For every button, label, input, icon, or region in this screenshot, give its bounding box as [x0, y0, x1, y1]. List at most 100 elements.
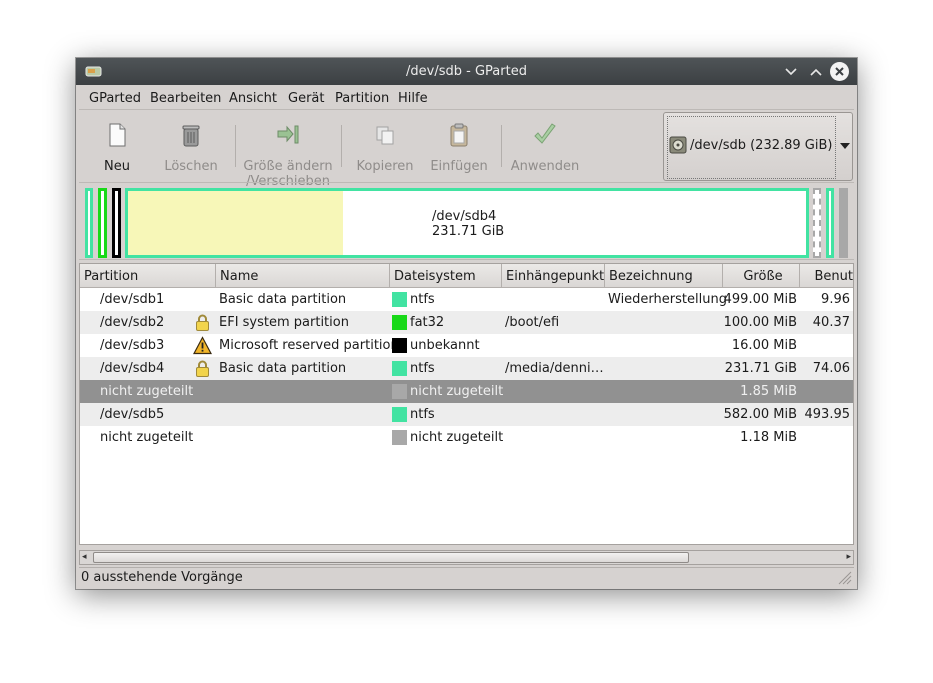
resize-move-button[interactable]: Größe ändern /Verschieben [241, 111, 335, 189]
cell-size: 16.00 MiB [731, 338, 797, 353]
table-row[interactable]: /dev/sdb5 ntfs 582.00 MiB 493.95 [80, 403, 853, 426]
new-button[interactable]: Neu [81, 111, 153, 181]
new-document-icon [109, 123, 126, 147]
partition-table: Partition Name Dateisystem Einhängepunkt… [79, 263, 854, 545]
table-row[interactable]: /dev/sdb2 EFI system partition fat32/boot/… [80, 311, 853, 334]
copy-label: Kopieren [356, 159, 414, 174]
table-row[interactable]: /dev/sdb4 Basic data partition ntfs/media/… [80, 357, 853, 380]
cell-mountpoint: /media/denni… [505, 361, 604, 376]
cell-partition: nicht zugeteilt [100, 430, 194, 445]
disk-partition-map: /dev/sdb4 231.71 GiB [79, 182, 854, 260]
paste-button[interactable]: Einfügen [423, 111, 495, 181]
new-label: Neu [104, 159, 130, 174]
horizontal-scrollbar[interactable]: ◂ ▸ [79, 550, 854, 565]
cell-name: Basic data partition [219, 361, 347, 376]
cell-size: 582.00 MiB [723, 407, 797, 422]
paste-icon [450, 123, 468, 147]
column-name[interactable]: Name [216, 264, 390, 288]
menu-gparted[interactable]: GParted [89, 91, 141, 106]
cell-size: 1.18 MiB [740, 430, 797, 445]
map-unallocated-1[interactable] [813, 188, 821, 258]
menu-bar: GParted Bearbeiten Ansicht Gerät Partiti… [79, 86, 854, 110]
lock-icon [193, 359, 212, 378]
scroll-left-icon[interactable]: ◂ [82, 552, 87, 562]
column-label[interactable]: Bezeichnung [605, 264, 723, 288]
title-bar: /dev/sdb - GParted [76, 58, 857, 85]
menu-geraet[interactable]: Gerät [288, 91, 324, 106]
cell-used: 74.06 [812, 361, 850, 376]
resize-grip-icon[interactable] [836, 569, 852, 585]
map-unallocated-2[interactable] [839, 188, 848, 258]
toolbar-separator [341, 125, 342, 167]
table-row[interactable]: nicht zugeteilt nicht zugeteilt 1.18 MiB [80, 426, 853, 449]
filesystem-color-swatch [392, 384, 407, 399]
toolbar: Neu Löschen Größe ändern /Verschieben Ko… [79, 111, 661, 189]
menu-hilfe[interactable]: Hilfe [398, 91, 428, 106]
scroll-right-icon[interactable]: ▸ [846, 552, 851, 562]
lock-icon [193, 313, 212, 332]
cell-size: 1.85 MiB [740, 384, 797, 399]
cell-partition: /dev/sdb4 [100, 361, 165, 376]
delete-button[interactable]: Löschen [155, 111, 227, 181]
close-button[interactable] [830, 62, 849, 81]
delete-label: Löschen [164, 159, 218, 174]
filesystem-color-swatch [392, 292, 407, 307]
cell-label: Wiederherstellung [608, 292, 727, 307]
status-bar: 0 ausstehende Vorgänge [79, 567, 854, 587]
cell-used: 40.37 [812, 315, 850, 330]
cell-name: Basic data partition [219, 292, 347, 307]
column-mountpoint[interactable]: Einhängepunkt [502, 264, 605, 288]
toolbar-separator [235, 125, 236, 167]
warning-icon [193, 336, 212, 355]
cell-used: 9.96 [821, 292, 850, 307]
table-header: Partition Name Dateisystem Einhängepunkt… [80, 264, 854, 288]
table-row[interactable]: /dev/sdb3 Microsoft reserved partition unb… [80, 334, 853, 357]
resize-label-line1: Größe ändern [243, 159, 333, 174]
resize-move-icon [277, 125, 299, 144]
device-selector[interactable]: /dev/sdb (232.89 GiB) [663, 112, 853, 181]
maximize-button[interactable] [806, 62, 825, 81]
filesystem-color-swatch [392, 338, 407, 353]
cell-filesystem: nicht zugeteilt [410, 430, 504, 445]
map-sdb3[interactable] [112, 188, 121, 258]
cell-name: Microsoft reserved partition [219, 338, 399, 353]
cell-filesystem: ntfs [410, 361, 435, 376]
map-sdb5[interactable] [826, 188, 834, 258]
map-selected-name: /dev/sdb4 [432, 209, 497, 224]
menu-ansicht[interactable]: Ansicht [229, 91, 277, 106]
map-sdb2[interactable] [98, 188, 107, 258]
column-filesystem[interactable]: Dateisystem [390, 264, 502, 288]
scrollbar-thumb[interactable] [93, 552, 689, 563]
trash-icon [182, 125, 200, 147]
copy-button[interactable]: Kopieren [349, 111, 421, 181]
table-row[interactable]: /dev/sdb1 Basic data partition ntfs Wiederh… [80, 288, 853, 311]
filesystem-color-swatch [392, 361, 407, 376]
pending-operations-status: 0 ausstehende Vorgänge [81, 570, 243, 585]
cell-filesystem: nicht zugeteilt [410, 384, 504, 399]
menu-bearbeiten[interactable]: Bearbeiten [150, 91, 221, 106]
column-partition[interactable]: Partition [80, 264, 216, 288]
cell-filesystem: ntfs [410, 407, 435, 422]
cell-filesystem: ntfs [410, 292, 435, 307]
cell-filesystem: unbekannt [410, 338, 480, 353]
cell-name: EFI system partition [219, 315, 349, 330]
dropdown-arrow-icon [840, 143, 850, 149]
table-row[interactable]: nicht zugeteilt nicht zugeteilt 1.85 MiB [80, 380, 853, 403]
menu-partition[interactable]: Partition [335, 91, 389, 106]
cell-mountpoint: /boot/efi [505, 315, 560, 330]
gparted-window: /dev/sdb - GParted GParted Bearbeiten An… [76, 58, 857, 589]
copy-icon [376, 126, 394, 145]
column-used[interactable]: Benut [800, 264, 854, 288]
device-label: /dev/sdb (232.89 GiB) [690, 138, 833, 153]
cell-partition: nicht zugeteilt [100, 384, 194, 399]
cell-filesystem: fat32 [410, 315, 445, 330]
cell-size: 499.00 MiB [723, 292, 797, 307]
filesystem-color-swatch [392, 430, 407, 445]
apply-button[interactable]: Anwenden [507, 111, 583, 181]
map-selected-size: 231.71 GiB [432, 224, 505, 239]
checkmark-icon [534, 123, 556, 144]
map-sdb1[interactable] [85, 188, 93, 258]
minimize-button[interactable] [781, 62, 800, 81]
cell-partition: /dev/sdb5 [100, 407, 165, 422]
column-size[interactable]: Größe [723, 264, 800, 288]
